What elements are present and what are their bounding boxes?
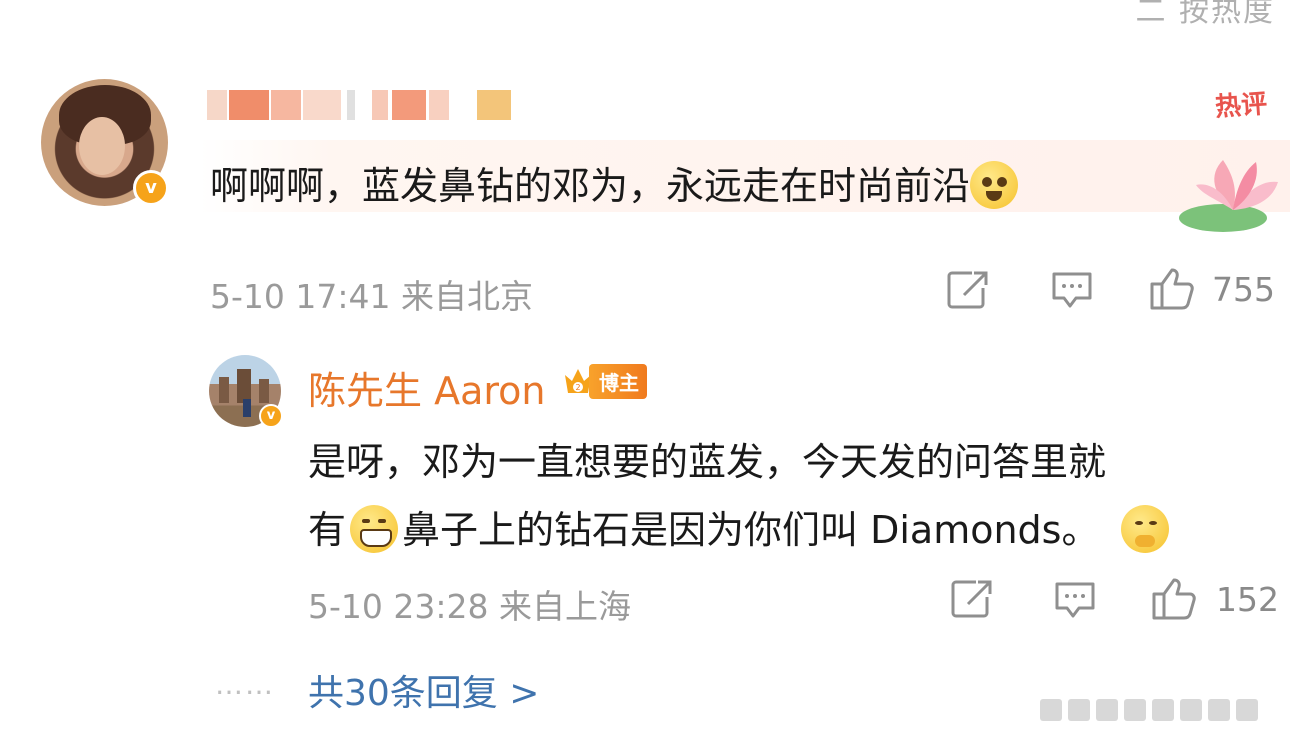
sort-by-hot-label[interactable]: 二 按热度: [1135, 0, 1275, 30]
reply-line-2: 有 鼻子上的钻石是因为你们叫 Diamonds。: [308, 496, 1283, 564]
reply-date: 5-10 23:28: [308, 587, 489, 626]
blogger-badge-label: 博主: [589, 364, 647, 399]
grinning-face-emoji-icon: [350, 504, 399, 553]
thinking-face-emoji-icon: [1121, 504, 1170, 553]
like-icon: [1150, 268, 1194, 310]
reply-location: 来自上海: [499, 587, 631, 626]
comment-body: 啊啊啊，蓝发鼻钻的邓为，永远走在时尚前沿: [210, 164, 971, 208]
share-button[interactable]: [946, 269, 992, 311]
comment-meta: 5-10 17:41 来自北京: [210, 270, 533, 318]
comment-date: 5-10 17:41: [210, 277, 391, 316]
comment-icon: [1052, 272, 1092, 308]
like-count: 755: [1212, 270, 1275, 309]
lotus-decoration-icon: [1179, 160, 1278, 232]
reply-text: 是呀，邓为一直想要的蓝发，今天发的问答里就 有 鼻子上的钻石是因为你们叫 Diam…: [308, 428, 1283, 564]
share-icon: [951, 580, 992, 618]
reply-meta: 5-10 23:28 来自上海: [308, 580, 631, 628]
blogger-badge: 2 博主: [563, 364, 647, 400]
excited-face-emoji-icon: [970, 160, 1019, 209]
watermark: [1040, 695, 1280, 725]
reply-line-2-end: 鼻子上的钻石是因为你们叫 Diamonds。: [402, 508, 1100, 552]
reply-verified-badge-icon: v: [259, 404, 283, 428]
like-icon: [1152, 578, 1196, 620]
reply-line-2-start: 有: [308, 508, 347, 552]
view-more-replies-link[interactable]: 共30条回复 >: [308, 664, 539, 716]
reply-like-count: 152: [1216, 580, 1279, 619]
reply-author-name[interactable]: 陈先生 Aaron: [308, 360, 545, 415]
comment-icon: [1055, 582, 1095, 618]
reply-like-button[interactable]: [1150, 576, 1198, 622]
comment-text: 啊啊啊，蓝发鼻钻的邓为，永远走在时尚前沿: [210, 155, 1019, 213]
hot-comment-tag: 热评: [1214, 89, 1269, 123]
reply-share-button[interactable]: [950, 578, 996, 620]
svg-text:2: 2: [575, 383, 580, 392]
verified-badge-icon: v: [133, 170, 169, 206]
reply-line-1: 是呀，邓为一直想要的蓝发，今天发的问答里就: [308, 440, 1107, 484]
comment-location: 来自北京: [401, 277, 533, 316]
commenter-name-blurred[interactable]: [207, 84, 512, 126]
reply-reply-button[interactable]: [1053, 580, 1097, 620]
reply-button[interactable]: [1050, 270, 1094, 310]
like-button[interactable]: [1148, 266, 1196, 312]
more-dots: ……: [215, 668, 275, 701]
share-icon: [947, 271, 988, 309]
